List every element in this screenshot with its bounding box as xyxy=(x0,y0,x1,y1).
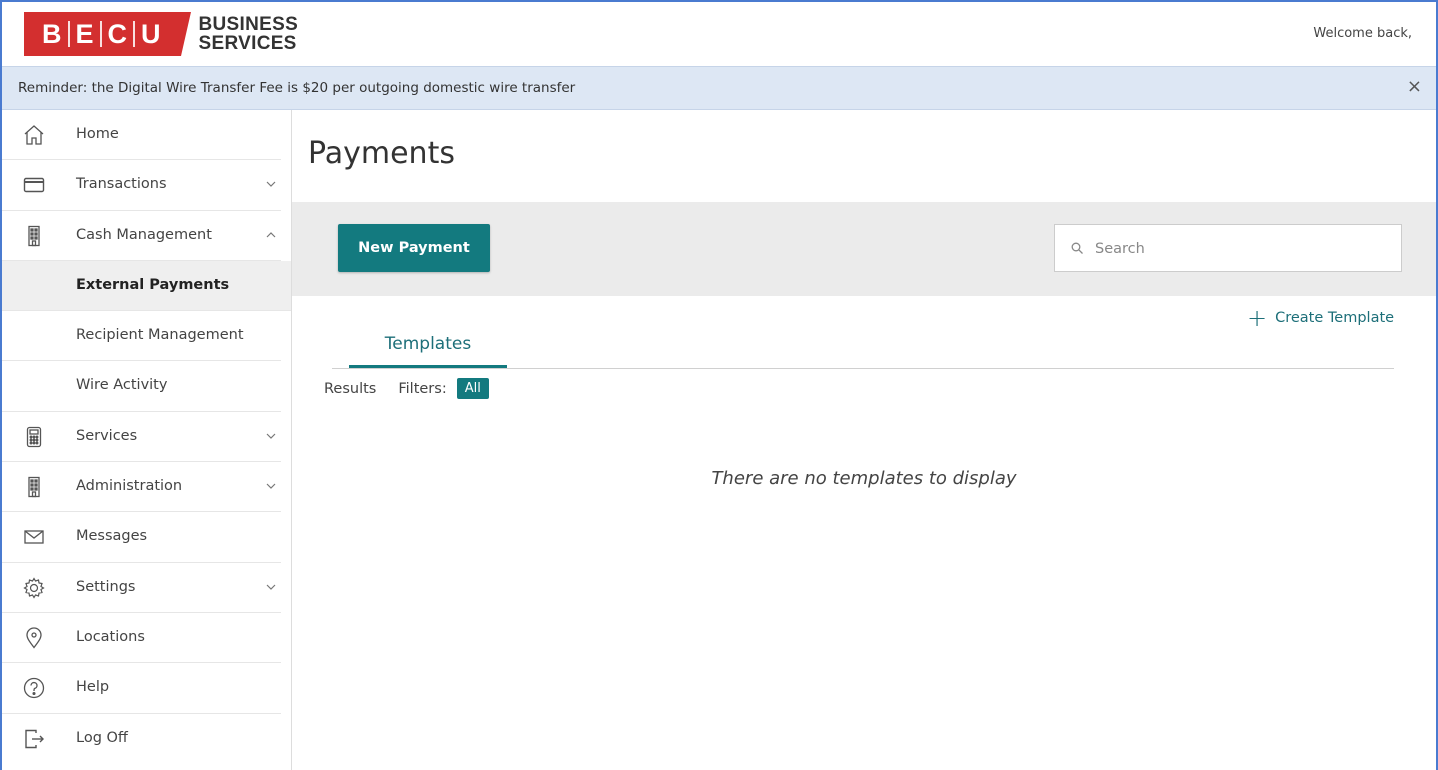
sidebar-nav: Home Transactions Cash Management Extern… xyxy=(2,110,292,770)
sidebar-item-label: Administration xyxy=(76,478,183,495)
calculator-icon xyxy=(22,425,46,449)
filter-chip-all[interactable]: All xyxy=(456,378,489,399)
new-payment-button[interactable]: New Payment xyxy=(338,224,490,272)
chevron-down-icon xyxy=(266,584,276,590)
sidebar-item-label: Wire Activity xyxy=(76,377,168,394)
banner-text: Reminder: the Digital Wire Transfer Fee … xyxy=(18,80,576,96)
plus-icon: + xyxy=(1247,304,1268,332)
logout-icon xyxy=(22,727,46,751)
payments-toolbar: New Payment xyxy=(292,202,1436,296)
sidebar-item-label: Locations xyxy=(76,628,145,645)
logo-letter-u: U xyxy=(141,18,161,49)
building-icon xyxy=(22,475,46,499)
sidebar-item-label: Cash Management xyxy=(76,226,212,243)
app-header: B E C U BUSINESS SERVICES Welcome back, xyxy=(2,2,1436,66)
sidebar-item-cash-management[interactable]: Cash Management xyxy=(2,211,281,261)
sidebar-item-messages[interactable]: Messages xyxy=(2,512,281,563)
logo-separator xyxy=(67,21,70,47)
chevron-down-icon xyxy=(266,483,276,489)
tab-templates[interactable]: Templates xyxy=(349,332,507,368)
create-template-label: Create Template xyxy=(1275,310,1395,326)
sidebar-item-external-payments[interactable]: External Payments xyxy=(2,260,291,312)
search-box[interactable] xyxy=(1054,224,1402,272)
sidebar-item-home[interactable]: Home xyxy=(2,110,281,161)
sidebar-item-transactions[interactable]: Transactions xyxy=(2,160,281,211)
sidebar-item-wire-activity[interactable]: Wire Activity xyxy=(2,361,281,412)
tabs-divider xyxy=(332,368,1394,369)
sidebar-item-label: Help xyxy=(76,679,110,696)
page-title: Payments xyxy=(308,136,455,171)
sidebar-item-administration[interactable]: Administration xyxy=(2,462,281,513)
chevron-down-icon xyxy=(266,433,276,439)
sidebar-item-label: Transactions xyxy=(76,176,167,193)
reminder-banner: Reminder: the Digital Wire Transfer Fee … xyxy=(2,66,1436,110)
chevron-down-icon xyxy=(266,181,276,188)
create-template-link[interactable]: + Create Template xyxy=(1247,304,1395,332)
filters-row: Results Filters: All xyxy=(324,378,489,399)
logo-letter-c: C xyxy=(107,18,128,49)
sidebar-item-label: Services xyxy=(76,427,138,444)
close-icon[interactable]: × xyxy=(1407,76,1422,97)
sidebar-item-services[interactable]: Services xyxy=(2,412,281,463)
gear-icon xyxy=(22,576,46,600)
sidebar-item-label: Settings xyxy=(76,578,136,595)
empty-state-message: There are no templates to display xyxy=(711,468,1017,489)
building-icon xyxy=(22,224,46,248)
search-icon xyxy=(1071,242,1083,254)
search-input[interactable] xyxy=(1093,237,1387,261)
logo-letter-e: E xyxy=(75,18,94,49)
sidebar-item-locations[interactable]: Locations xyxy=(2,613,281,664)
chevron-up-icon xyxy=(266,231,276,238)
sidebar-item-settings[interactable]: Settings xyxy=(2,563,281,613)
logo-wordmark: BUSINESS SERVICES xyxy=(199,15,299,53)
logo-line-services: SERVICES xyxy=(198,33,297,54)
main-content: Payments New Payment + Create Template T… xyxy=(292,110,1436,770)
card-icon xyxy=(22,173,46,197)
sidebar-item-label: Messages xyxy=(76,528,148,545)
sidebar-item-label: Recipient Management xyxy=(76,327,244,344)
location-pin-icon xyxy=(22,626,46,650)
sidebar-item-help[interactable]: Help xyxy=(2,663,281,714)
becu-logo[interactable]: B E C U BUSINESS SERVICES xyxy=(24,10,298,58)
envelope-icon xyxy=(22,525,46,549)
logo-separator xyxy=(99,21,102,47)
filters-label: Filters: xyxy=(398,380,447,397)
logo-separator xyxy=(133,21,136,47)
logo-mark: B E C U xyxy=(24,12,191,56)
sidebar-item-log-off[interactable]: Log Off xyxy=(2,714,281,764)
sidebar-item-label: Log Off xyxy=(76,729,128,746)
welcome-text: Welcome back, xyxy=(1313,26,1412,41)
sidebar-item-recipient-management[interactable]: Recipient Management xyxy=(2,311,281,362)
home-icon xyxy=(22,123,46,147)
help-icon xyxy=(22,676,46,700)
logo-line-business: BUSINESS xyxy=(198,14,299,35)
logo-letter-b: B xyxy=(42,18,62,49)
sidebar-item-label: Home xyxy=(76,126,119,142)
sidebar-item-label: External Payments xyxy=(76,276,230,293)
results-label: Results xyxy=(324,380,377,397)
